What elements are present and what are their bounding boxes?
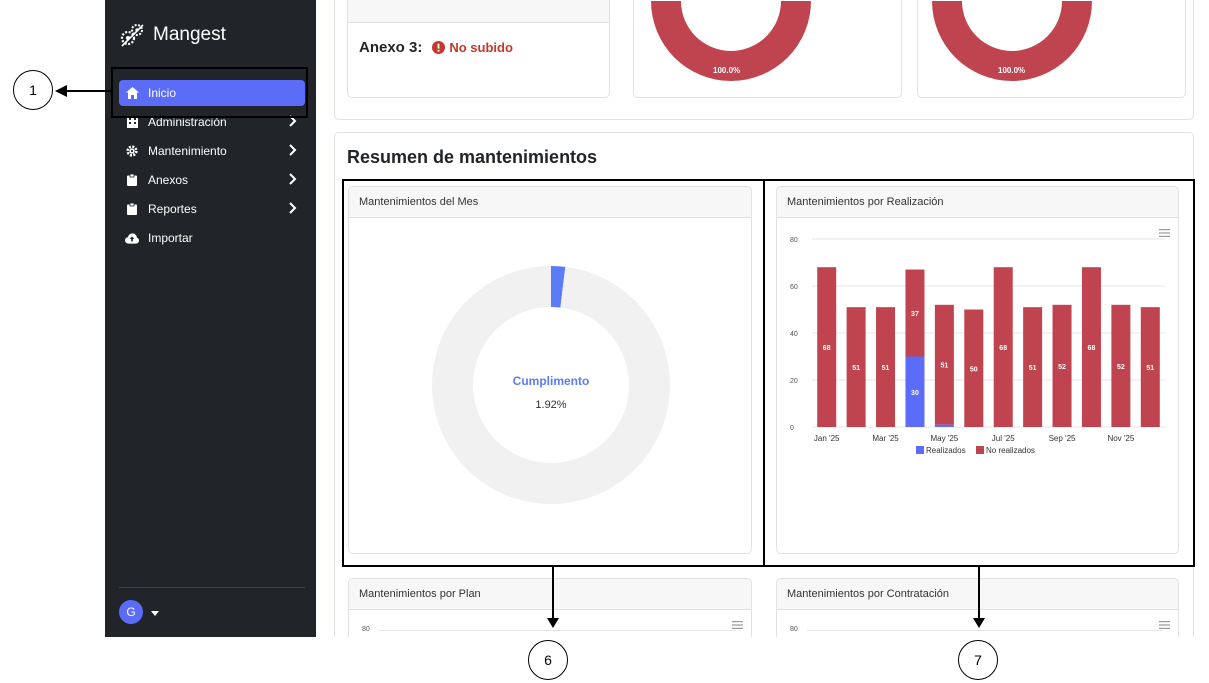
sidebar-item-label: Mantenimiento bbox=[148, 144, 227, 158]
sidebar-item-mantenimiento[interactable]: Mantenimiento bbox=[119, 138, 305, 164]
status-text: No subido bbox=[449, 40, 513, 55]
donut-chart-a bbox=[651, 1, 811, 81]
donut-card-a: 100.0% bbox=[633, 0, 902, 98]
gear-icon bbox=[125, 144, 139, 158]
anexo-label: Anexo 3: bbox=[359, 39, 423, 56]
callout-6: 6 bbox=[528, 640, 568, 680]
status-badge: No subido bbox=[432, 40, 513, 55]
callout-6-arrow-line bbox=[552, 567, 554, 621]
arrow-down-icon bbox=[547, 618, 559, 628]
sidebar-item-label: Anexos bbox=[148, 173, 189, 187]
bottom-margin bbox=[0, 637, 1209, 683]
anexo-3-row: Anexo 3: No subido bbox=[359, 39, 513, 56]
avatar[interactable]: G bbox=[119, 600, 143, 624]
hamburger-menu-icon[interactable] bbox=[1159, 616, 1170, 634]
gridline bbox=[807, 630, 1163, 631]
hamburger-menu-icon[interactable] bbox=[732, 616, 743, 634]
callout-7: 7 bbox=[958, 640, 998, 680]
cloud-upload-icon bbox=[125, 231, 139, 245]
exclamation-circle-icon bbox=[432, 41, 446, 54]
highlight-box-panels bbox=[342, 179, 1195, 567]
y-axis-tick: 80 bbox=[790, 626, 798, 633]
caret-down-icon[interactable] bbox=[151, 603, 159, 621]
sidebar-item-importar[interactable]: Importar bbox=[119, 225, 305, 251]
callout-1-arrow-line bbox=[64, 90, 112, 92]
highlight-box-inicio bbox=[111, 67, 308, 118]
sidebar-item-label: Reportes bbox=[148, 202, 197, 216]
card-header bbox=[348, 0, 609, 23]
section-title: Resumen de mantenimientos bbox=[347, 147, 598, 167]
brand[interactable]: Mangest bbox=[119, 22, 226, 48]
arrow-down-icon bbox=[973, 618, 985, 628]
chevron-right-icon bbox=[289, 173, 297, 188]
sidebar-divider bbox=[119, 587, 305, 588]
arrow-left-icon bbox=[55, 85, 67, 97]
user-menu[interactable]: G bbox=[119, 600, 159, 624]
donut-card-b: 100.0% bbox=[917, 0, 1186, 98]
sidebar-item-label: Importar bbox=[148, 231, 193, 245]
sidebar-item-reportes[interactable]: Reportes bbox=[119, 196, 305, 222]
donut-chart-b bbox=[932, 1, 1092, 81]
highlight-divider bbox=[763, 179, 765, 567]
chevron-right-icon bbox=[289, 202, 297, 217]
donut-a-label: 100.0% bbox=[713, 66, 741, 75]
sidebar-item-anexos[interactable]: Anexos bbox=[119, 167, 305, 193]
callout-7-arrow-line bbox=[978, 567, 980, 621]
y-axis-tick: 80 bbox=[362, 626, 370, 633]
gears-logo-icon bbox=[120, 24, 144, 47]
app-name: Mangest bbox=[153, 24, 226, 45]
donut-b-label: 100.0% bbox=[998, 66, 1026, 75]
callout-1: 1 bbox=[13, 70, 53, 110]
panel-title: Mantenimientos por Plan bbox=[349, 579, 751, 610]
clipboard-icon bbox=[125, 202, 139, 216]
gridline bbox=[379, 630, 736, 631]
clipboard-icon bbox=[125, 173, 139, 187]
chevron-right-icon bbox=[289, 144, 297, 159]
